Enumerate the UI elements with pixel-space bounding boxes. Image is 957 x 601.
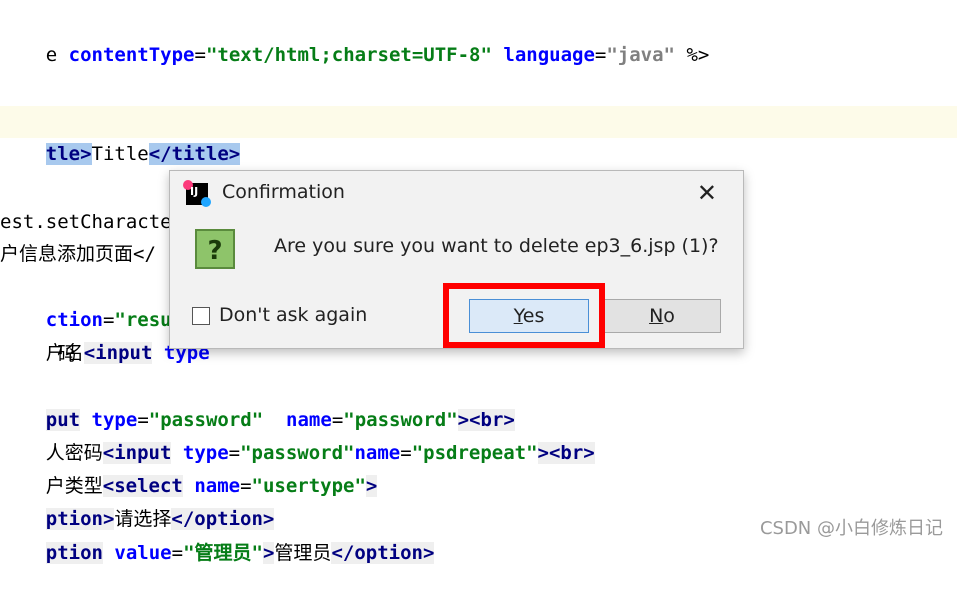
intellij-logo-icon: IJ <box>183 180 211 207</box>
dialog-title: Confirmation <box>222 181 345 203</box>
close-icon[interactable]: ✕ <box>697 179 717 207</box>
code-line-title: tle>Title</title> <box>0 106 957 165</box>
code-line-10: 户类型<select name="usertype"> <box>45 475 378 497</box>
code-line-8: put type="password" name="password"><br> <box>45 409 515 431</box>
code-line-12: ption value="管理员">管理员</option> <box>45 542 435 564</box>
watermark: CSDN @小白修炼日记 <box>759 518 943 539</box>
code-line-3: est.setCharacte <box>0 211 172 233</box>
code-line-1: e contentType="text/html;charset=UTF-8" … <box>45 44 710 66</box>
code-line-9: 人密码<input type="password"name="psdrepeat… <box>45 442 595 464</box>
dont-ask-again-checkbox[interactable] <box>192 307 210 325</box>
question-icon: ? <box>195 229 235 269</box>
code-line-4: 户信息添加页面</ <box>0 243 156 265</box>
code-line-11: ption>请选择</option> <box>45 508 275 530</box>
code-line-7: 码 <box>0 343 77 365</box>
no-button[interactable]: No <box>603 299 721 333</box>
dont-ask-again-label[interactable]: Don't ask again <box>219 304 367 326</box>
dialog-message: Are you sure you want to delete ep3_6.js… <box>274 235 719 257</box>
highlight-annotation <box>443 283 605 348</box>
